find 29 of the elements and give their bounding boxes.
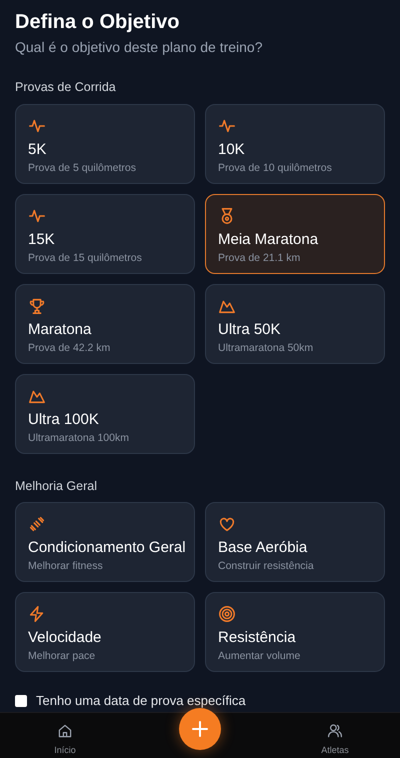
goal-card[interactable]: Condicionamento Geral Melhorar fitness — [15, 502, 195, 582]
goal-card[interactable]: Ultra 100K Ultramaratona 100km — [15, 374, 195, 454]
pulse-icon — [28, 117, 46, 135]
home-icon — [57, 723, 73, 739]
goal-card[interactable]: 10K Prova de 10 quilômetros — [205, 104, 385, 184]
section-heading: Melhoria Geral — [15, 478, 97, 494]
nav-tab[interactable]: Atletas — [310, 713, 360, 756]
target-icon — [218, 605, 236, 623]
goal-card[interactable]: Ultra 50K Ultramaratona 50km — [205, 284, 385, 364]
heart-icon — [218, 515, 236, 533]
goal-card[interactable]: Velocidade Melhorar pace — [15, 592, 195, 672]
section-heading: Provas de Corrida — [15, 79, 116, 95]
goal-card[interactable]: Resistência Aumentar volume — [205, 592, 385, 672]
trophy-icon — [28, 297, 46, 315]
nav-tab[interactable]: Início — [40, 713, 90, 756]
users-icon — [327, 723, 343, 739]
add-button[interactable] — [179, 708, 221, 750]
goal-card[interactable]: 5K Prova de 5 quilômetros — [15, 104, 195, 184]
goal-card[interactable]: Meia Maratona Prova de 21.1 km — [205, 194, 385, 274]
page-subtitle: Qual é o objetivo deste plano de treino? — [15, 38, 263, 57]
goal-card[interactable]: Maratona Prova de 42.2 km — [15, 284, 195, 364]
lightning-icon — [28, 605, 46, 623]
pulse-icon — [28, 207, 46, 225]
goal-card[interactable]: Base Aeróbia Construir resistência — [205, 502, 385, 582]
pulse-icon — [218, 117, 236, 135]
goal-card[interactable]: 15K Prova de 15 quilômetros — [15, 194, 195, 274]
plus-icon — [192, 721, 208, 737]
page-title: Defina o Objetivo — [15, 10, 180, 34]
race-date-checkbox[interactable]: Tenho uma data de prova específica — [15, 693, 246, 709]
